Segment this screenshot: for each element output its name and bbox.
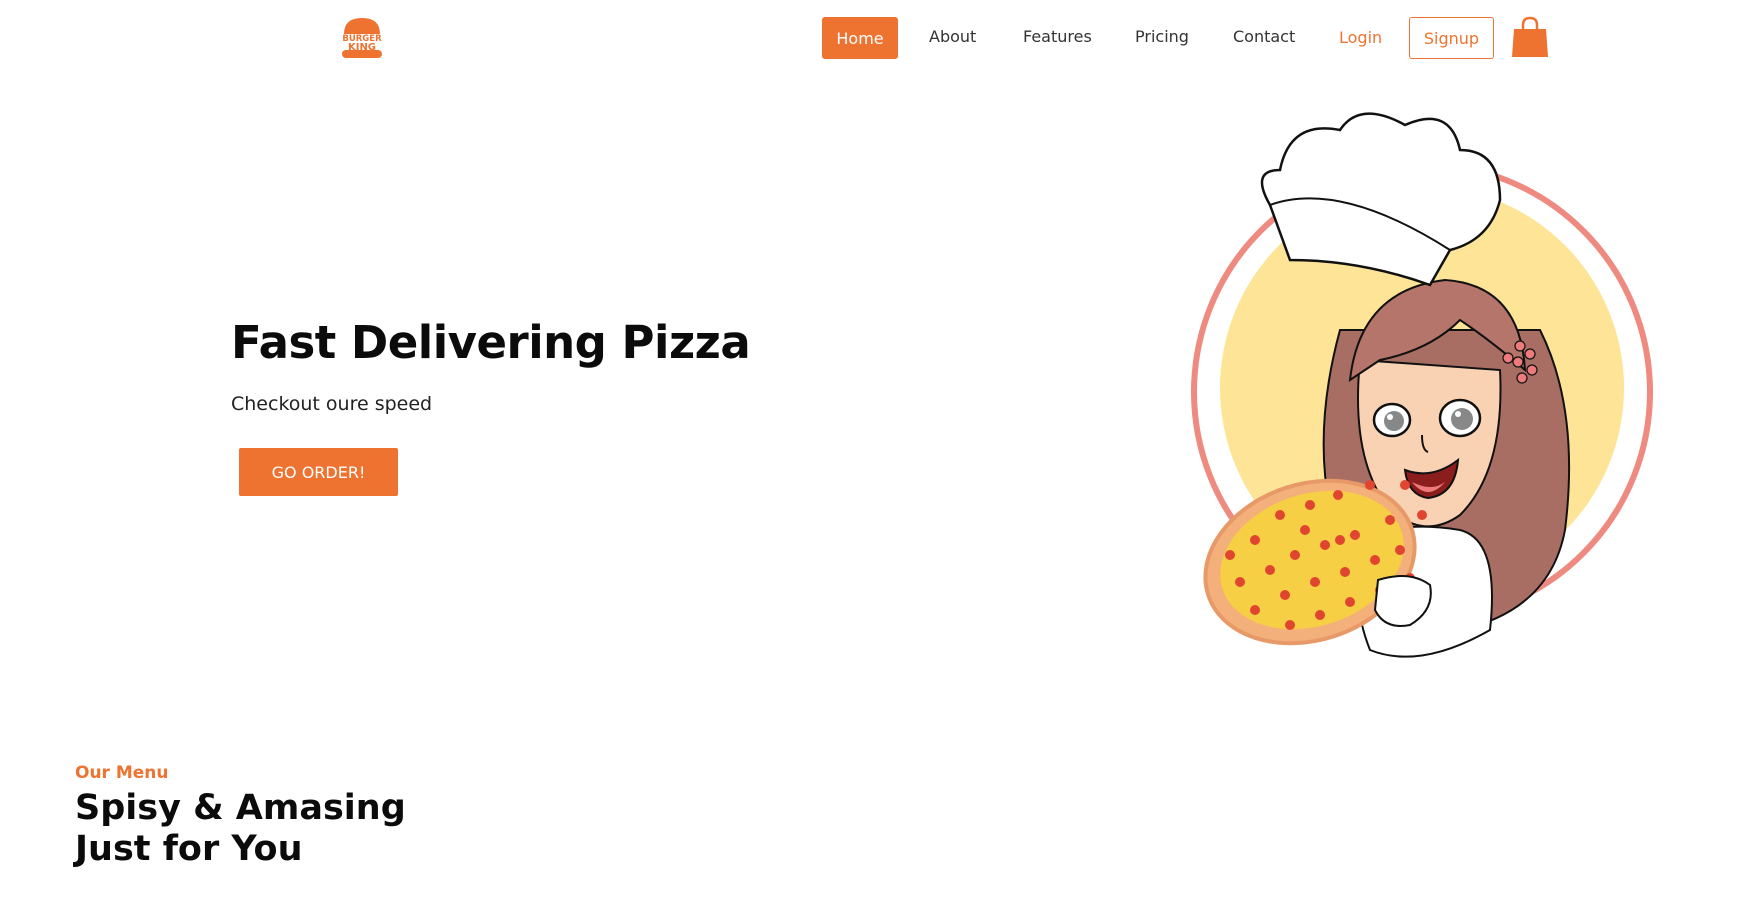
signup-button[interactable]: Signup [1409, 17, 1494, 59]
menu-section-title: Spisy & Amasing Just for You [75, 788, 406, 870]
nav-home-button[interactable]: Home [822, 17, 898, 59]
go-order-button[interactable]: GO ORDER! [239, 448, 398, 496]
menu-title-line-1: Spisy & Amasing [75, 788, 406, 828]
nav-about-link[interactable]: About [929, 27, 976, 46]
hero-title: Fast Delivering Pizza [231, 316, 751, 369]
menu-title-line-2: Just for You [75, 829, 303, 869]
menu-kicker: Our Menu [75, 763, 169, 783]
nav-features-link[interactable]: Features [1023, 27, 1092, 46]
nav-pricing-link[interactable]: Pricing [1135, 27, 1189, 46]
shopping-bag-icon[interactable] [1511, 15, 1549, 59]
nav-contact-link[interactable]: Contact [1233, 27, 1295, 46]
login-link[interactable]: Login [1339, 28, 1382, 47]
chef-girl-with-pizza-illustration [1191, 112, 1653, 658]
hero-subtitle: Checkout oure speed [231, 393, 433, 415]
burger-king-logo[interactable]: BURGER KING [340, 14, 384, 62]
logo-text-bottom: KING [348, 42, 376, 53]
